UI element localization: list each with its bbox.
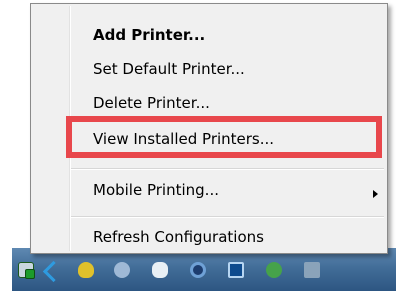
highlight-annotation-box: [66, 116, 382, 158]
disc-icon[interactable]: [190, 262, 206, 278]
chat-bubble-icon[interactable]: [152, 262, 168, 278]
menu-item-add-printer[interactable]: Add Printer...: [93, 26, 205, 44]
screenshot-root: Add Printer... Set Default Printer... De…: [0, 0, 396, 291]
menu-item-delete-printer[interactable]: Delete Printer...: [93, 94, 210, 112]
globe-icon[interactable]: [114, 262, 130, 278]
checkmark-icon[interactable]: [266, 262, 282, 278]
arrow-icon[interactable]: [44, 262, 60, 278]
menu-item-refresh-configurations[interactable]: Refresh Configurations: [93, 228, 264, 246]
menu-separator: [71, 168, 384, 170]
menu-item-mobile-printing[interactable]: Mobile Printing...: [93, 181, 219, 199]
network-signal-icon[interactable]: [304, 262, 320, 278]
menu-separator: [71, 216, 384, 218]
monitor-icon[interactable]: [228, 262, 244, 278]
menu-item-set-default-printer[interactable]: Set Default Printer...: [93, 60, 245, 78]
printer-tray-icon[interactable]: [18, 262, 35, 279]
submenu-arrow-icon: [373, 190, 378, 198]
shield-icon[interactable]: [78, 262, 94, 278]
